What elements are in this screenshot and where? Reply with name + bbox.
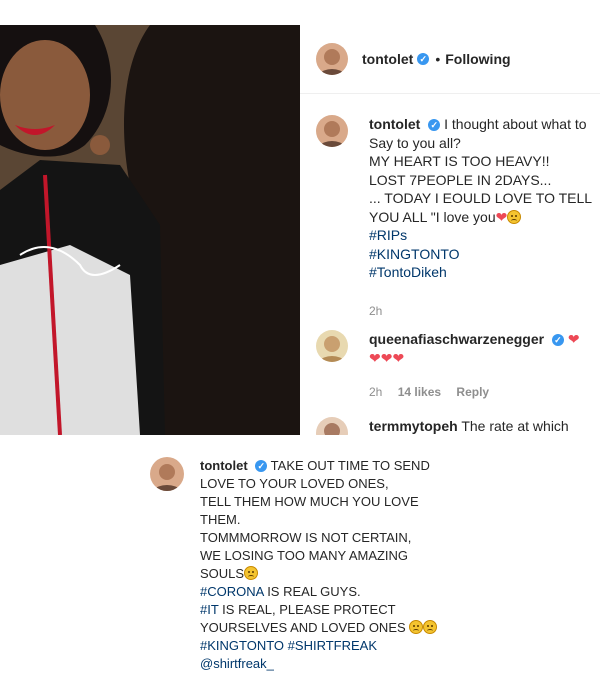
comment-time[interactable]: 2h (369, 385, 382, 399)
avatar[interactable] (316, 43, 348, 75)
verified-badge-icon: ✓ (417, 53, 430, 65)
post-username[interactable]: tontolet (362, 51, 413, 67)
comment-likes[interactable]: 14 likes (398, 385, 441, 399)
verified-badge-icon: ✓ (551, 334, 564, 346)
heart-icon: ❤ (380, 349, 393, 366)
post-photo[interactable] (0, 25, 300, 435)
caption-line: WE LOSING TOO MANY AMAZING SOULS (200, 548, 409, 581)
avatar[interactable] (316, 115, 348, 147)
comment-text: The rate at which (461, 418, 569, 434)
sad-emoji-icon (507, 209, 522, 224)
post-caption: tontolet ✓ I thought about what to Say t… (316, 115, 600, 320)
separator-dot: • (435, 51, 441, 67)
post-header: tontolet ✓ • Following (316, 42, 511, 76)
caption-username[interactable]: tontolet (200, 458, 248, 473)
reply-button[interactable]: Reply (456, 385, 489, 399)
sad-emoji-icon (244, 566, 259, 580)
hashtag[interactable]: #CORONA (200, 584, 264, 599)
hashtag[interactable]: #TontoDikeh (369, 264, 447, 280)
caption-line: ... TODAY I EOULD LOVE TO TELL YOU ALL "… (369, 190, 592, 225)
comment-username[interactable]: queenafiaschwarzenegger (369, 331, 544, 347)
avatar[interactable] (150, 457, 184, 491)
verified-badge-icon: ✓ (428, 119, 441, 131)
heart-icon: ❤ (495, 208, 508, 225)
divider (300, 93, 600, 94)
mention[interactable]: @shirtfreak_ (200, 656, 274, 671)
sad-emoji-icon (409, 620, 424, 634)
heart-icon: ❤ (392, 349, 405, 366)
caption-time[interactable]: 2h (369, 302, 599, 321)
heart-icon: ❤ (567, 331, 580, 347)
hashtag[interactable]: #KINGTONTO (200, 638, 284, 653)
hashtag[interactable]: #IT (200, 602, 219, 617)
following-button[interactable]: Following (445, 51, 510, 67)
comment: queenafiaschwarzenegger ✓ ❤ ❤❤❤ 2h 14 li… (316, 330, 600, 402)
second-post-caption: tontolet ✓ TAKE OUT TIME TO SEND LOVE TO… (150, 457, 450, 673)
caption-line: MY HEART IS TOO HEAVY!! (369, 153, 550, 169)
verified-badge-icon: ✓ (255, 460, 268, 472)
comment-username[interactable]: termmytopeh (369, 418, 458, 434)
heart-icon: ❤ (369, 349, 381, 366)
caption-line: IS REAL, PLEASE PROTECT YOURSELVES AND L… (200, 602, 406, 635)
caption-line: LOST 7PEOPLE IN 2DAYS... (369, 171, 552, 188)
caption-line: IS REAL GUYS. (263, 584, 361, 599)
hashtag[interactable]: #KINGTONTO (369, 246, 460, 262)
caption-line: TOMMMORROW IS NOT CERTAIN, (200, 530, 412, 545)
comments-panel: tontolet ✓ • Following tontolet ✓ I thou… (300, 25, 600, 435)
hashtag[interactable]: #RIPs (369, 227, 407, 243)
caption-line: TELL THEM HOW MUCH YOU LOVE THEM. (200, 494, 419, 527)
caption-username[interactable]: tontolet (369, 116, 420, 132)
avatar[interactable] (316, 330, 348, 362)
sad-emoji-icon (423, 620, 438, 634)
hashtag[interactable]: #SHIRTFREAK (288, 638, 377, 653)
comment: termmytopeh The rate at which (316, 417, 600, 435)
avatar[interactable] (316, 417, 348, 435)
